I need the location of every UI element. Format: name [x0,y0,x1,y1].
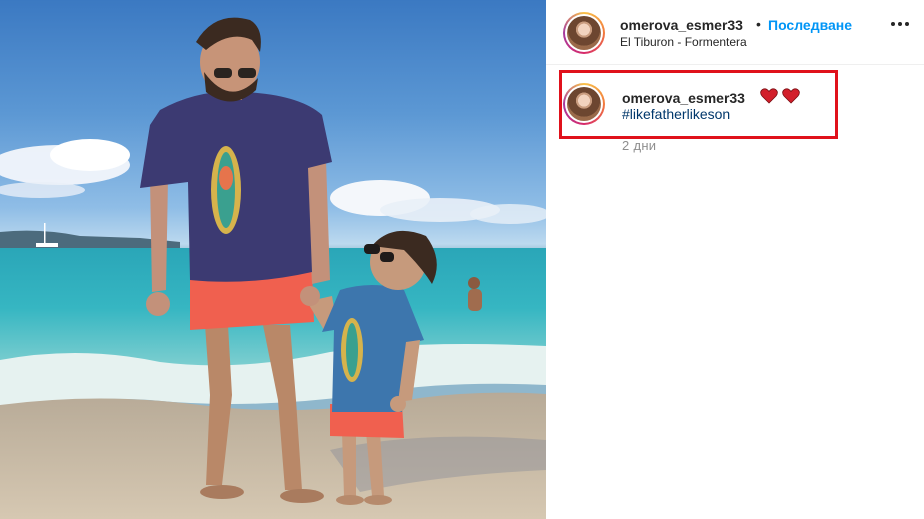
post-header: omerova_esmer33 • Последване El Tiburon … [546,0,924,65]
heart-emoji-group [760,88,800,104]
more-options-icon[interactable] [891,22,911,28]
beach-photo-illustration [0,17,546,519]
caption-username[interactable]: omerova_esmer33 [622,90,745,106]
separator-dot: • [756,16,761,32]
post-timestamp[interactable]: 2 дни [622,138,656,153]
profile-avatar[interactable] [563,12,605,54]
location-link[interactable]: El Tiburon - Formentera [620,35,747,49]
follow-button[interactable]: Последване [768,17,852,33]
caption-comment: omerova_esmer33 #likefatherlikeson 2 дни [546,66,924,156]
heart-icon [760,88,778,104]
caption-avatar[interactable] [563,83,605,125]
header-username[interactable]: omerova_esmer33 [620,17,743,33]
hashtag-link[interactable]: #likefatherlikeson [622,106,730,122]
heart-icon [782,88,800,104]
post-photo[interactable] [0,0,546,519]
post-side-panel: omerova_esmer33 • Последване El Tiburon … [546,0,924,519]
